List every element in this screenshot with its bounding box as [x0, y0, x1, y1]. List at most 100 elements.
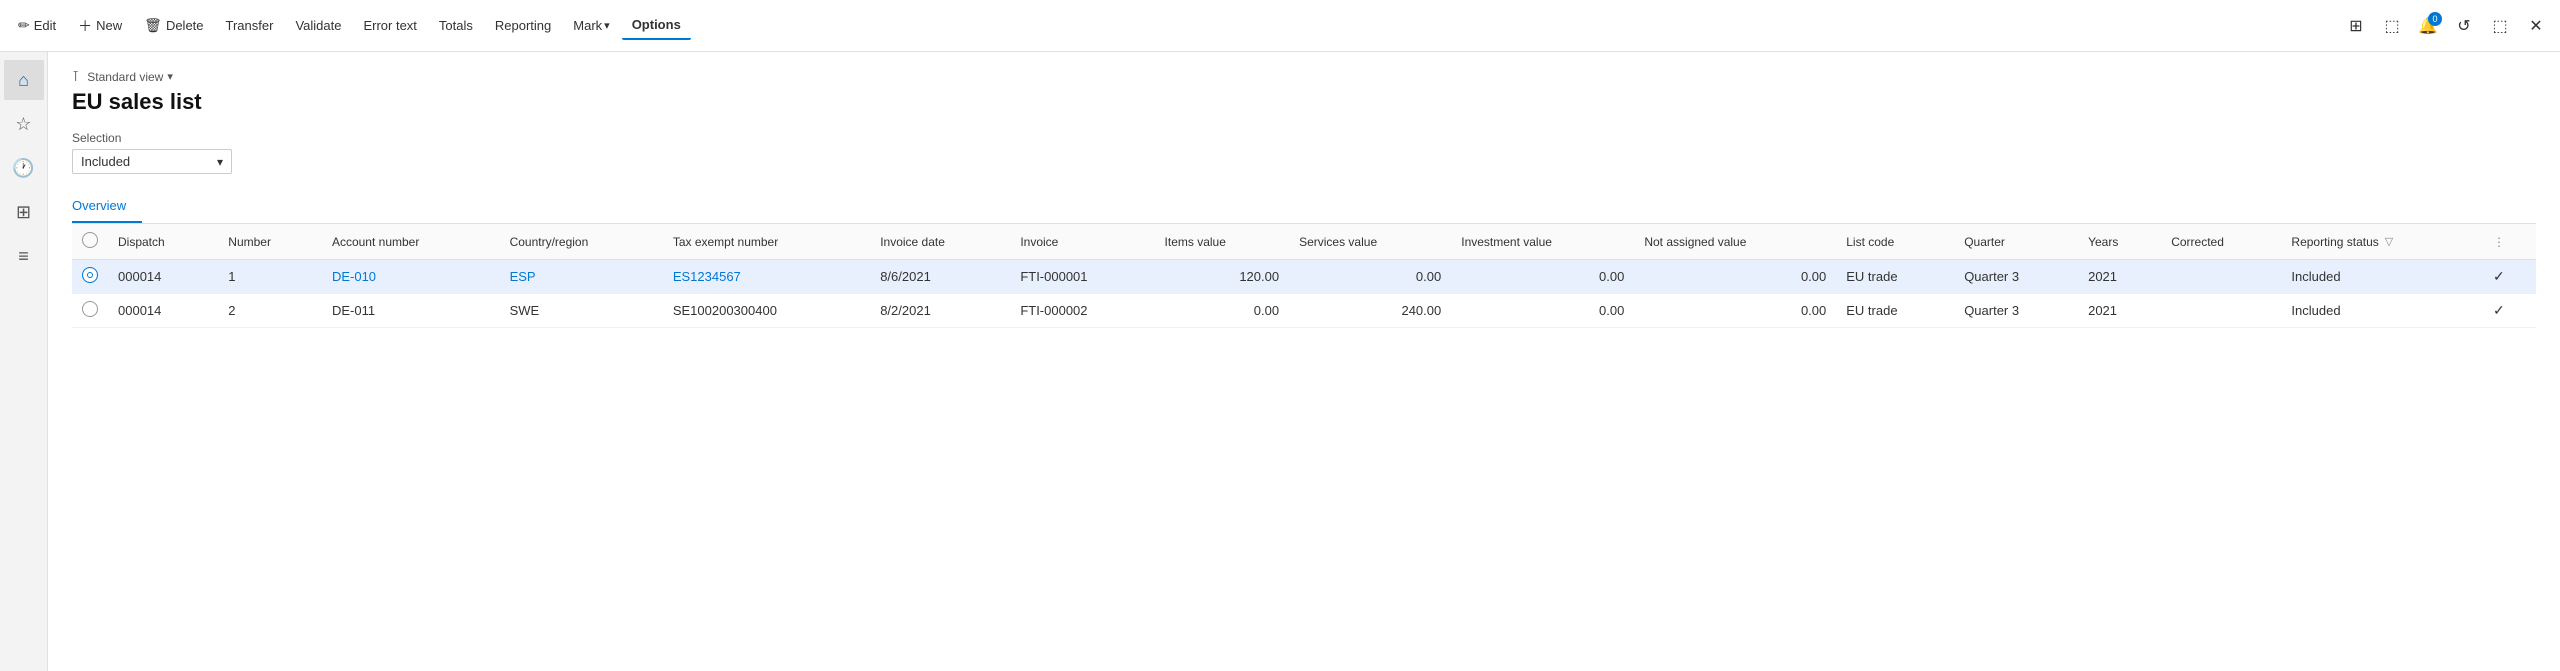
new-button[interactable]: ＋ New: [68, 10, 132, 42]
row1-quarter: Quarter 3: [1954, 260, 2078, 294]
row1-investment-value: 0.00: [1451, 260, 1634, 294]
row1-years: 2021: [2078, 260, 2161, 294]
mark-button[interactable]: Mark ▾: [563, 12, 619, 39]
mark-chevron-icon: ▾: [604, 19, 610, 32]
th-years: Years: [2078, 224, 2161, 260]
row1-radio[interactable]: [72, 260, 108, 294]
th-investment-value: Investment value: [1451, 224, 1634, 260]
th-invoice-date: Invoice date: [870, 224, 1010, 260]
main-layout: ⌂ ☆ 🕐 ⊞ ≡ ⊺ Standard view ▾ EU sales lis…: [0, 52, 2560, 671]
view-chevron-icon: ▾: [167, 70, 173, 83]
row2-invoice: FTI-000002: [1010, 294, 1154, 328]
notification-button[interactable]: 🔔 0: [2412, 10, 2444, 42]
row1-number: 1: [218, 260, 322, 294]
table-header-row: Dispatch Number Account number Country/r…: [72, 224, 2536, 260]
row2-corrected: [2161, 294, 2281, 328]
restore-icon: ⬚: [2492, 16, 2507, 36]
delete-button[interactable]: 🗑 Delete: [134, 11, 213, 40]
page-title: EU sales list: [72, 89, 2536, 115]
layout-icon: ⬚: [2384, 16, 2399, 36]
th-list-code: List code: [1836, 224, 1954, 260]
apps-icon-button[interactable]: ⊞: [2340, 10, 2372, 42]
close-button[interactable]: ✕: [2520, 10, 2552, 42]
row2-not-assigned-value: 0.00: [1634, 294, 1836, 328]
notification-badge: 0: [2428, 12, 2442, 26]
toolbar: ✏ Edit ＋ New 🗑 Delete Transfer Validate …: [0, 0, 2560, 52]
radio-unselected[interactable]: [82, 301, 98, 317]
close-icon: ✕: [2529, 16, 2542, 36]
reporting-button[interactable]: Reporting: [485, 12, 561, 39]
nav-favorites[interactable]: ☆: [4, 104, 44, 144]
error-text-button[interactable]: Error text: [353, 12, 426, 39]
filter-icon[interactable]: ⊺: [72, 68, 79, 85]
table-row[interactable]: 000014 1 DE-010 ESP ES1234567 8/6/2021 F…: [72, 260, 2536, 294]
row2-invoice-date: 8/2/2021: [870, 294, 1010, 328]
th-country-region: Country/region: [500, 224, 663, 260]
tab-overview[interactable]: Overview: [72, 190, 142, 223]
validate-button[interactable]: Validate: [285, 12, 351, 39]
row1-list-code: EU trade: [1836, 260, 1954, 294]
data-table: Dispatch Number Account number Country/r…: [72, 224, 2536, 328]
th-not-assigned-value: Not assigned value: [1634, 224, 1836, 260]
th-services-value: Services value: [1289, 224, 1451, 260]
row2-number: 2: [218, 294, 322, 328]
column-options-icon[interactable]: ⋮: [2493, 235, 2505, 249]
view-selector[interactable]: Standard view ▾: [87, 70, 173, 84]
row2-list-code: EU trade: [1836, 294, 1954, 328]
dropdown-chevron-icon: ▾: [217, 155, 223, 169]
transfer-button[interactable]: Transfer: [216, 12, 284, 39]
th-reporting-status: Reporting status ▽: [2281, 224, 2483, 260]
nav-recent[interactable]: 🕐: [4, 148, 44, 188]
nav-list[interactable]: ≡: [4, 236, 44, 276]
edit-button[interactable]: ✏ Edit: [8, 11, 66, 40]
row2-dispatch: 000014: [108, 294, 218, 328]
radio-selected[interactable]: [82, 267, 98, 283]
row1-reporting-status: Included: [2281, 260, 2483, 294]
content-area: ⊺ Standard view ▾ EU sales list Selectio…: [48, 52, 2560, 671]
row1-corrected: [2161, 260, 2281, 294]
row1-services-value: 0.00: [1289, 260, 1451, 294]
new-icon: ＋: [78, 16, 92, 36]
toolbar-right-actions: ⊞ ⬚ 🔔 0 ↺ ⬚ ✕: [2340, 10, 2552, 42]
apps-icon: ⊞: [2349, 16, 2362, 36]
row2-account-number: DE-011: [322, 294, 500, 328]
row2-tax-exempt-number: SE100200300400: [663, 294, 870, 328]
left-nav: ⌂ ☆ 🕐 ⊞ ≡: [0, 52, 48, 671]
row2-quarter: Quarter 3: [1954, 294, 2078, 328]
selection-label: Selection: [72, 131, 2536, 145]
th-quarter: Quarter: [1954, 224, 2078, 260]
row1-account-number[interactable]: DE-010: [322, 260, 500, 294]
layout-icon-button[interactable]: ⬚: [2376, 10, 2408, 42]
options-button[interactable]: Options: [622, 11, 691, 40]
restore-button[interactable]: ⬚: [2484, 10, 2516, 42]
row1-not-assigned-value: 0.00: [1634, 260, 1836, 294]
row1-country-region[interactable]: ESP: [500, 260, 663, 294]
row1-invoice-date: 8/6/2021: [870, 260, 1010, 294]
row2-years: 2021: [2078, 294, 2161, 328]
filter-bar: ⊺ Standard view ▾: [72, 68, 2536, 85]
nav-modules[interactable]: ⊞: [4, 192, 44, 232]
delete-icon: 🗑: [144, 17, 162, 34]
th-items-value: Items value: [1155, 224, 1290, 260]
row1-items-value: 120.00: [1155, 260, 1290, 294]
nav-home[interactable]: ⌂: [4, 60, 44, 100]
row2-investment-value: 0.00: [1451, 294, 1634, 328]
row1-tax-exempt-number[interactable]: ES1234567: [663, 260, 870, 294]
refresh-button[interactable]: ↺: [2448, 10, 2480, 42]
row2-radio[interactable]: [72, 294, 108, 328]
th-tax-exempt-number: Tax exempt number: [663, 224, 870, 260]
th-dispatch: Dispatch: [108, 224, 218, 260]
row2-services-value: 240.00: [1289, 294, 1451, 328]
totals-button[interactable]: Totals: [429, 12, 483, 39]
row2-check: ✓: [2483, 294, 2536, 328]
th-actions: ⋮: [2483, 224, 2536, 260]
th-corrected: Corrected: [2161, 224, 2281, 260]
row1-invoice: FTI-000001: [1010, 260, 1154, 294]
reporting-status-filter-icon[interactable]: ▽: [2385, 235, 2393, 248]
row1-check: ✓: [2483, 260, 2536, 294]
selection-dropdown[interactable]: Included ▾: [72, 149, 232, 174]
th-invoice: Invoice: [1010, 224, 1154, 260]
table-row[interactable]: 000014 2 DE-011 SWE SE100200300400 8/2/2…: [72, 294, 2536, 328]
tabs-bar: Overview: [72, 190, 2536, 224]
row2-items-value: 0.00: [1155, 294, 1290, 328]
